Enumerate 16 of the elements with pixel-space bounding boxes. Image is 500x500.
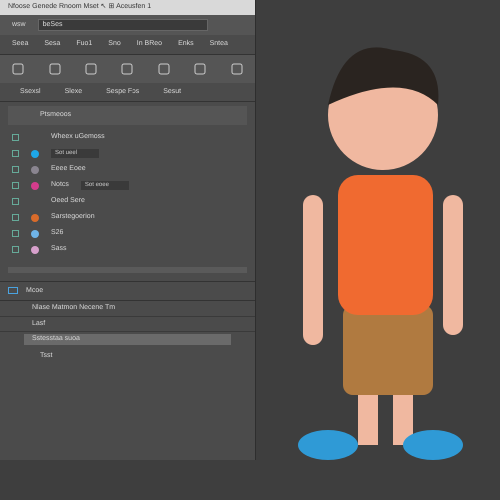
layer-icon [12, 230, 19, 237]
layer-icon [12, 198, 19, 205]
tool-icon[interactable] [158, 62, 170, 74]
layer-icon [12, 214, 19, 221]
tool-icon[interactable] [12, 62, 24, 74]
layer-icon [12, 166, 19, 173]
tool-icon[interactable] [230, 62, 243, 74]
layer-icon [12, 246, 19, 253]
layer-icon [12, 150, 19, 157]
layer-icon [12, 182, 19, 189]
tool-icon[interactable] [85, 62, 98, 74]
tool-icon[interactable] [194, 62, 206, 74]
panel-icon [8, 287, 18, 294]
tool-icon[interactable] [121, 62, 134, 74]
layer-icon [12, 134, 19, 141]
tool-icon[interactable] [48, 62, 61, 74]
